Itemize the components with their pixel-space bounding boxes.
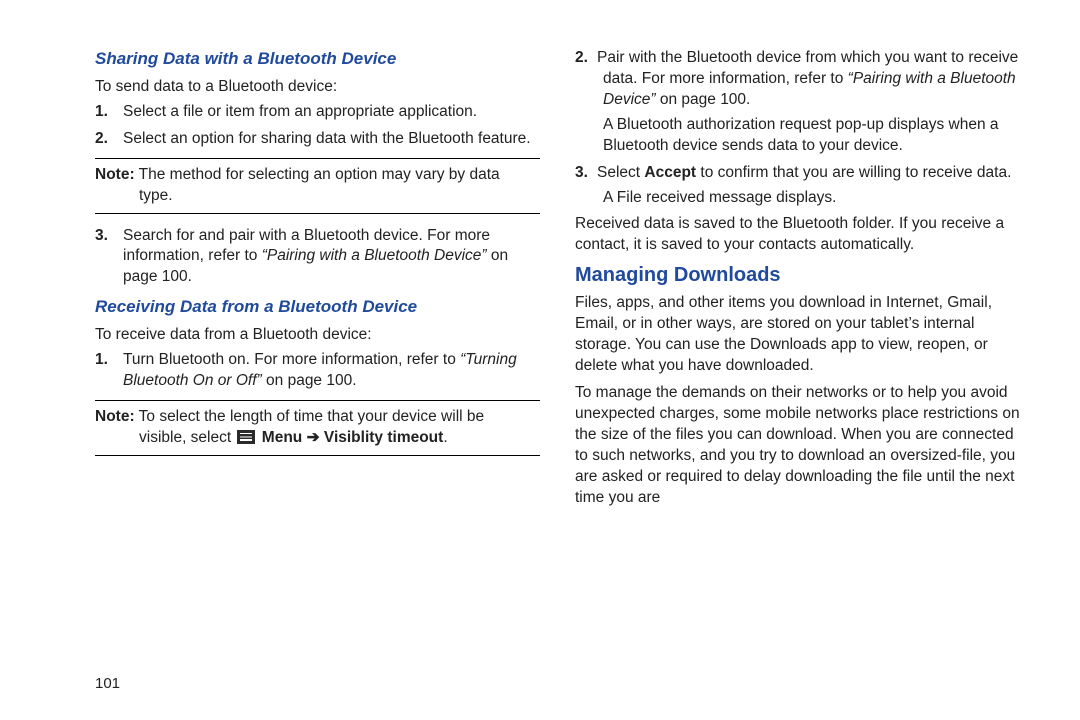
intro-sharing: To send data to a Bluetooth device: (95, 77, 540, 98)
note-block: Note: To select the length of time that … (95, 400, 540, 456)
intro-receiving: To receive data from a Bluetooth device: (95, 325, 540, 346)
received-data-para: Received data is saved to the Bluetooth … (575, 214, 1020, 256)
list-item: 2.Select an option for sharing data with… (117, 129, 540, 150)
note-label: Note: (95, 408, 135, 425)
receiving-steps: 1.Turn Bluetooth on. For more informatio… (95, 350, 540, 392)
menu-icon (237, 430, 255, 444)
list-item: 1.Select a file or item from an appropri… (117, 102, 540, 123)
left-column: Sharing Data with a Bluetooth Device To … (95, 48, 540, 700)
arrow-icon: ➔ (307, 429, 320, 446)
list-item: 1.Turn Bluetooth on. For more informatio… (117, 350, 540, 392)
body-text: To manage the demands on their networks … (575, 383, 1020, 509)
list-item: 3.Select Accept to confirm that you are … (575, 163, 1020, 209)
body-text: Files, apps, and other items you downloa… (575, 293, 1020, 377)
right-column: 2.Pair with the Bluetooth device from wh… (575, 48, 1020, 700)
sharing-steps: 1.Select a file or item from an appropri… (95, 102, 540, 150)
list-item: 2.Pair with the Bluetooth device from wh… (575, 48, 1020, 157)
page-number: 101 (95, 674, 120, 694)
heading-sharing: Sharing Data with a Bluetooth Device (95, 48, 540, 71)
heading-managing-downloads: Managing Downloads (575, 262, 1020, 289)
note-block: Note: The method for selecting an option… (95, 158, 540, 214)
heading-receiving: Receiving Data from a Bluetooth Device (95, 296, 540, 319)
cross-ref: “Pairing with a Bluetooth Device” (262, 247, 487, 264)
note-label: Note: (95, 166, 135, 183)
list-item: 3.Search for and pair with a Bluetooth d… (117, 226, 540, 289)
sharing-steps-cont: 3.Search for and pair with a Bluetooth d… (95, 226, 540, 289)
